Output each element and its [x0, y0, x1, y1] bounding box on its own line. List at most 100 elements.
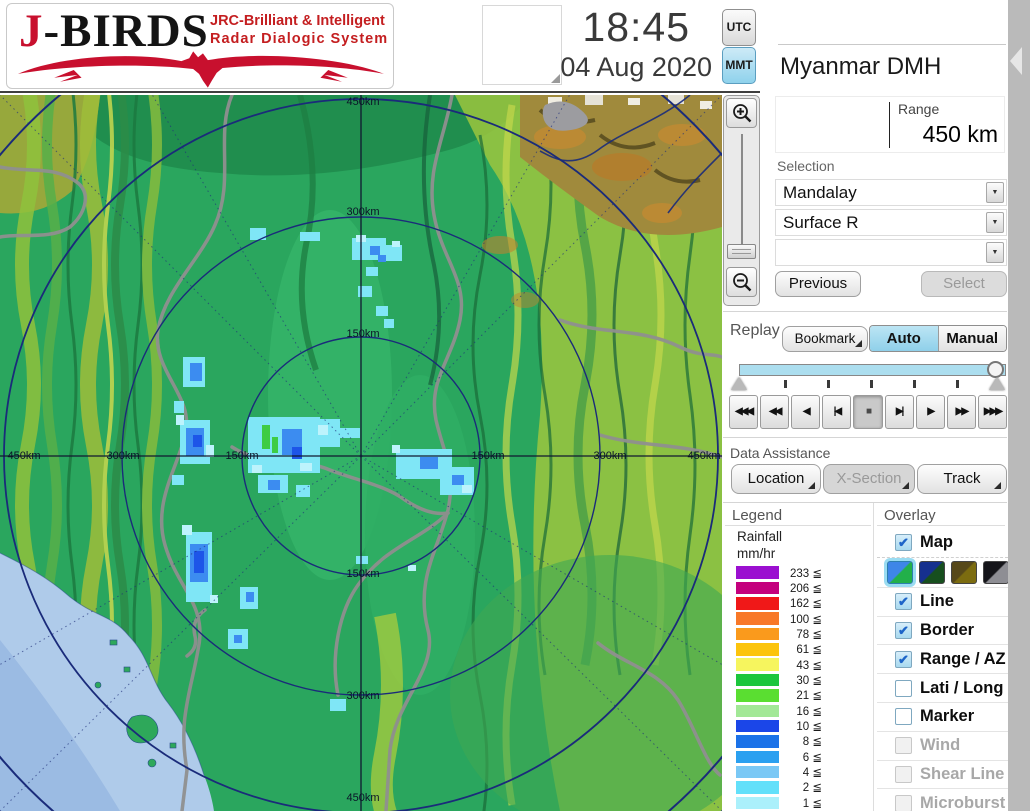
legend-row: 1 ≦ — [736, 795, 822, 810]
chevron-down-icon[interactable]: ▼ — [986, 212, 1004, 233]
legend-row: 30 ≦ — [736, 672, 822, 687]
panel-collapse-strip[interactable] — [1008, 0, 1030, 811]
range-ring-label: 300km — [346, 206, 380, 218]
legend-row: 78 ≦ — [736, 626, 822, 641]
zoom-slider-thumb[interactable] — [727, 244, 756, 259]
previous-button[interactable]: Previous — [775, 271, 861, 297]
range-ring-label: 300km — [593, 450, 627, 462]
map-style-swatch[interactable] — [887, 560, 913, 584]
checkbox[interactable]: ✔ — [895, 650, 912, 668]
checkbox[interactable] — [895, 794, 912, 811]
mmt-button[interactable]: MMT — [722, 47, 756, 84]
range-ring-label: 450km — [687, 450, 721, 462]
legend-row: 206 ≦ — [736, 580, 822, 595]
step-forward-button[interactable]: ▶| — [884, 395, 914, 429]
legend-swatch — [736, 719, 779, 733]
overlay-item-label: Border — [920, 620, 975, 639]
fastest-forward-button[interactable]: ▶▶▶ — [977, 395, 1007, 429]
playback-controls: ◀◀◀ ◀◀ ◀ |◀ ■ ▶| ▶ ▶▶ ▶▶▶ — [729, 395, 1007, 429]
checkbox[interactable] — [895, 737, 912, 755]
overlay-item-label: Map — [920, 532, 953, 551]
checkbox[interactable] — [895, 679, 912, 697]
overlay-item-microburst: Microburst — [877, 788, 1008, 811]
track-button[interactable]: Track — [917, 464, 1007, 494]
checkbox[interactable] — [895, 765, 912, 783]
checkbox[interactable]: ✔ — [895, 621, 912, 639]
site-dropdown[interactable]: Mandalay ▼ — [775, 179, 1007, 206]
overlay-item-map: ✔ Map — [877, 528, 1008, 557]
rewind-button[interactable]: ◀◀ — [760, 395, 790, 429]
legend-swatch — [736, 627, 779, 641]
range-ring-label: 450km — [346, 792, 380, 804]
zoom-out-button[interactable] — [726, 267, 757, 297]
legend-swatch — [736, 566, 779, 579]
map-style-swatch[interactable] — [983, 560, 1009, 584]
eagle-icon — [17, 51, 385, 88]
brand-tagline-1: JRC-Brilliant & Intelligent — [210, 13, 385, 29]
legend-value: 206 ≦ — [789, 583, 822, 596]
zoom-in-button[interactable] — [726, 98, 757, 128]
location-button[interactable]: Location — [731, 464, 821, 494]
step-back-button[interactable]: |◀ — [822, 395, 852, 429]
replay-slider-track[interactable] — [739, 364, 1006, 376]
replay-slider-thumb[interactable] — [987, 361, 1004, 378]
option-dropdown[interactable]: ▼ — [775, 239, 1007, 266]
overlay-item-label: Microburst — [920, 793, 1006, 811]
legend-value: 162 ≦ — [789, 598, 822, 611]
fast-forward-button[interactable]: ▶▶ — [946, 395, 976, 429]
fast-rewind-button[interactable]: ◀◀◀ — [729, 395, 759, 429]
legend-value: 10 ≦ — [796, 721, 822, 734]
legend-row: 6 ≦ — [736, 749, 822, 764]
section-divider — [723, 502, 1007, 503]
select-button[interactable]: Select — [921, 271, 1007, 297]
map-style-swatch[interactable] — [919, 560, 945, 584]
range-ring-label: 450km — [346, 96, 380, 108]
overlay-item-label: Marker — [920, 707, 975, 726]
manual-button[interactable]: Manual — [937, 326, 1006, 351]
checkbox[interactable]: ✔ — [895, 593, 912, 611]
legend-value: 30 ≦ — [796, 675, 822, 688]
legend-value: 78 ≦ — [796, 629, 822, 642]
legend-row: 10 ≦ — [736, 718, 822, 733]
slider-start-marker[interactable] — [731, 377, 747, 390]
range-divider — [889, 102, 890, 148]
overlay-item-lati-long: Lati / Long — [877, 673, 1008, 702]
range-ring-label: 150km — [346, 568, 380, 580]
legend-row: 21 ≦ — [736, 688, 822, 703]
checkbox[interactable]: ✔ — [895, 533, 912, 551]
chevron-down-icon[interactable]: ▼ — [986, 182, 1004, 203]
overlay-item-label: Wind — [920, 736, 961, 755]
bookmark-button[interactable]: Bookmark — [782, 326, 868, 352]
legend-value: 233 ≦ — [789, 567, 822, 580]
stop-button[interactable]: ■ — [853, 395, 883, 429]
magnifier-plus-icon — [732, 104, 751, 123]
zoom-slider-track[interactable] — [741, 134, 743, 248]
legend-value: 21 ≦ — [796, 690, 822, 703]
legend-row: 43 ≦ — [736, 657, 822, 672]
legend-swatch — [736, 750, 779, 764]
slider-end-marker[interactable] — [989, 377, 1005, 390]
play-button[interactable]: ▶ — [915, 395, 945, 429]
legend-row: 100 ≦ — [736, 611, 822, 626]
radar-map[interactable]: 450km 300km 150km 150km 300km 450km 450km 300km… — [0, 95, 722, 811]
legend-value: 4 ≦ — [802, 767, 822, 780]
slider-tick — [784, 380, 787, 388]
play-reverse-button[interactable]: ◀ — [791, 395, 821, 429]
legend-row: 16 ≦ — [736, 703, 822, 718]
control-panel: Myanmar DMH Range 450 km Selection Manda… — [723, 0, 1009, 811]
legend-swatch — [736, 597, 779, 610]
legend-swatch — [736, 765, 779, 779]
auto-button[interactable]: Auto — [870, 326, 938, 351]
product-dropdown[interactable]: Surface R ▼ — [775, 209, 1007, 236]
legend-value: 2 ≦ — [802, 782, 822, 795]
replay-label: Replay — [730, 322, 780, 339]
checkbox[interactable] — [895, 708, 912, 726]
x-section-button[interactable]: X-Section — [823, 464, 915, 494]
legend-swatch — [736, 643, 779, 656]
chevron-down-icon[interactable]: ▼ — [986, 242, 1004, 263]
clock-time: 18:45 — [582, 4, 690, 50]
map-style-swatch[interactable] — [951, 560, 977, 584]
collapse-left-icon[interactable] — [1010, 47, 1022, 75]
utc-button[interactable]: UTC — [722, 9, 756, 46]
legend-swatch — [736, 704, 779, 718]
